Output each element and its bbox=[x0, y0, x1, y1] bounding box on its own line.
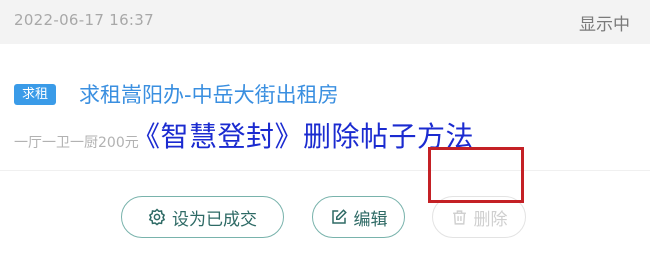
post-header: 2022-06-17 16:37 显示中 bbox=[0, 0, 650, 44]
edit-button[interactable]: 编辑 bbox=[312, 196, 405, 238]
trash-icon bbox=[452, 209, 466, 225]
card-divider bbox=[0, 170, 650, 171]
mark-complete-label: 设为已成交 bbox=[172, 209, 257, 230]
post-timestamp: 2022-06-17 16:37 bbox=[14, 11, 154, 29]
delete-label: 删除 bbox=[473, 209, 508, 230]
post-status: 显示中 bbox=[579, 15, 630, 35]
listing-description: 一厅一卫一厨200元 bbox=[14, 135, 139, 151]
gear-icon bbox=[148, 208, 166, 226]
listing-card[interactable]: 求租 求租嵩阳办-中岳大街出租房 一厅一卫一厨200元 《智慧登封》删除帖子方法… bbox=[0, 44, 650, 260]
mark-complete-button[interactable]: 设为已成交 bbox=[121, 196, 284, 238]
edit-icon bbox=[331, 209, 347, 224]
listing-type-badge: 求租 bbox=[14, 84, 57, 105]
delete-highlight-box bbox=[428, 147, 524, 203]
overlay-caption: 《智慧登封》删除帖子方法 bbox=[132, 120, 475, 153]
edit-label: 编辑 bbox=[353, 209, 388, 230]
listing-title[interactable]: 求租嵩阳办-中岳大街出租房 bbox=[79, 79, 339, 109]
